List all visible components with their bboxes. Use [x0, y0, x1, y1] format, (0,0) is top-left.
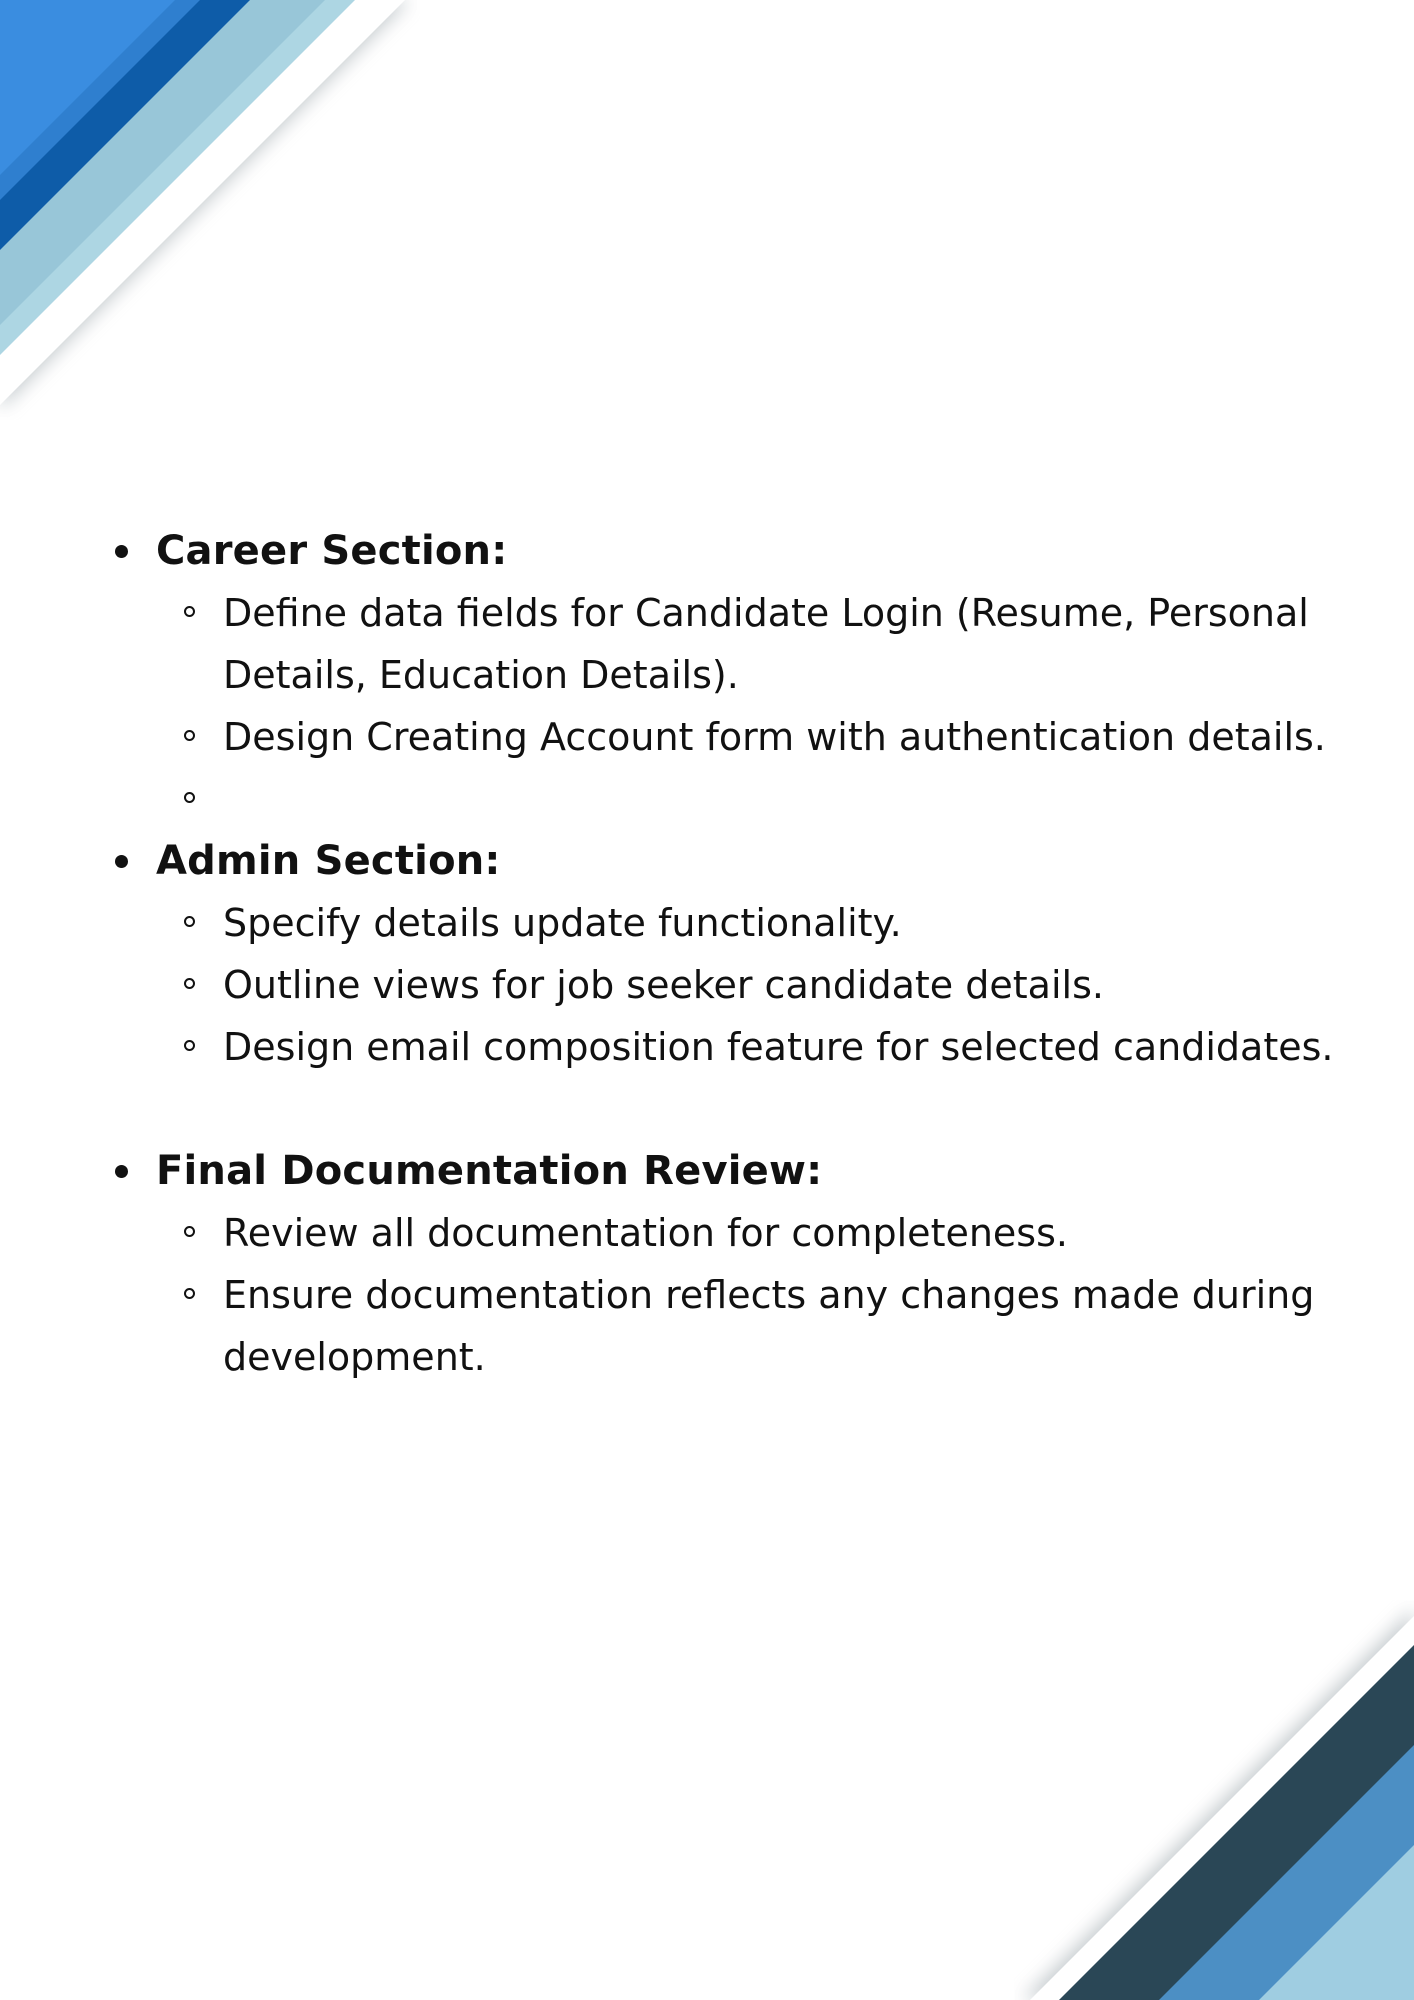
top-left-corner-decoration — [0, 0, 410, 410]
hollow-bullet-icon — [184, 1226, 195, 1237]
admin-items: Specify details update functionality. Ou… — [156, 892, 1340, 1078]
bullet-icon — [115, 545, 128, 558]
list-item: Design Creating Account form with authen… — [184, 706, 1340, 768]
admin-section: Admin Section: Specify details update fu… — [110, 830, 1340, 1078]
list-item: Ensure documentation reflects any change… — [184, 1264, 1340, 1388]
bullet-icon — [115, 855, 128, 868]
career-section: Career Section: Define data fields for C… — [110, 520, 1340, 830]
list-item: Design email composition feature for sel… — [184, 1016, 1340, 1078]
final-review-section: Final Documentation Review: Review all d… — [110, 1140, 1340, 1388]
hollow-bullet-icon — [184, 606, 195, 617]
list-item-text: Define data fields for Candidate Login (… — [223, 591, 1309, 697]
list-item — [184, 768, 1340, 830]
list-item-text: Specify details update functionality. — [223, 901, 902, 945]
hollow-bullet-icon — [184, 1288, 195, 1299]
career-items: Define data fields for Candidate Login (… — [156, 582, 1340, 830]
hollow-bullet-icon — [184, 978, 195, 989]
section-title: Career Section: — [156, 528, 508, 574]
hollow-bullet-icon — [184, 792, 195, 803]
hollow-bullet-icon — [184, 1040, 195, 1051]
list-item: Define data fields for Candidate Login (… — [184, 582, 1340, 706]
list-item: Specify details update functionality. — [184, 892, 1340, 954]
bottom-right-corner-decoration — [1022, 1608, 1414, 2000]
list-item-text: Design email composition feature for sel… — [223, 1025, 1334, 1069]
list-item: Outline views for job seeker candidate d… — [184, 954, 1340, 1016]
list-item-text: Ensure documentation reflects any change… — [223, 1273, 1315, 1379]
hollow-bullet-icon — [184, 730, 195, 741]
list-item-text: Review all documentation for completenes… — [223, 1211, 1068, 1255]
section-title: Admin Section: — [156, 838, 501, 884]
bullet-icon — [115, 1165, 128, 1178]
document-body: Career Section: Define data fields for C… — [110, 520, 1340, 1388]
list-item: Review all documentation for completenes… — [184, 1202, 1340, 1264]
section-list: Career Section: Define data fields for C… — [110, 520, 1340, 1388]
section-title: Final Documentation Review: — [156, 1148, 823, 1194]
list-item-text: Design Creating Account form with authen… — [223, 715, 1326, 759]
hollow-bullet-icon — [184, 916, 195, 927]
list-item-text: Outline views for job seeker candidate d… — [223, 963, 1104, 1007]
final-review-items: Review all documentation for completenes… — [156, 1202, 1340, 1388]
